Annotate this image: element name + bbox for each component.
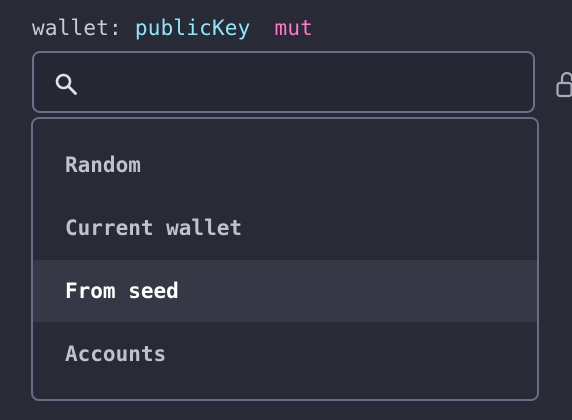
field-label: wallet: publicKey mut [32,12,313,44]
option-current-wallet[interactable]: Current wallet [33,197,537,259]
option-from-seed[interactable]: From seed [33,260,537,322]
account-field-editor: wallet: publicKey mut Random Current wal… [0,0,572,420]
search-box[interactable] [32,51,535,113]
option-label: From seed [65,279,179,303]
option-label: Accounts [65,342,167,366]
option-accounts[interactable]: Accounts [33,323,537,385]
search-icon [55,73,77,95]
option-label: Random [65,153,141,177]
field-type: publicKey [134,16,251,40]
lock-icon[interactable] [556,72,572,98]
option-label: Current wallet [65,216,243,240]
search-input[interactable] [94,61,523,107]
field-modifier: mut [274,16,314,40]
dropdown-menu: Random Current wallet From seed Accounts [31,117,539,401]
field-name: wallet: [32,16,122,40]
option-random[interactable]: Random [33,134,537,196]
